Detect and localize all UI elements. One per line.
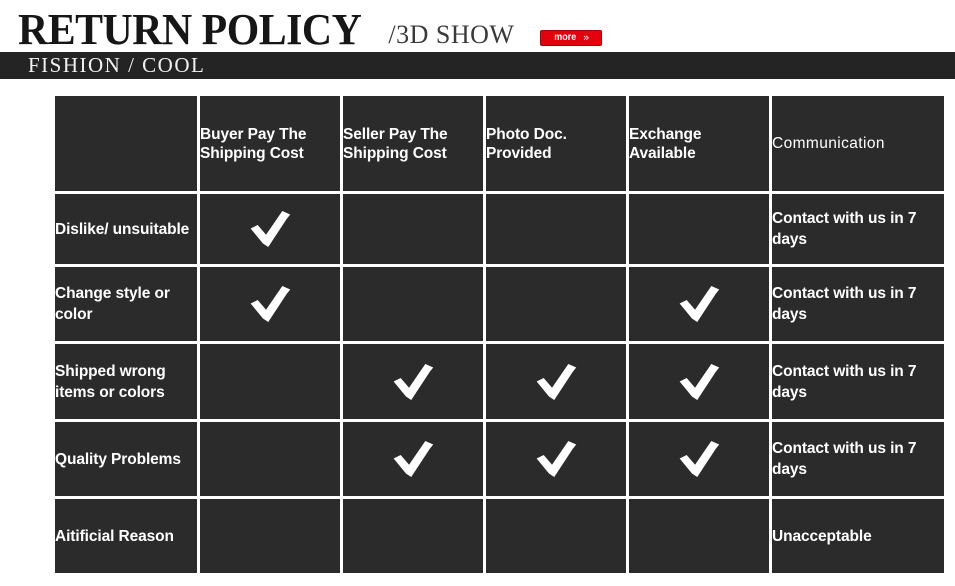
table-corner-cell	[55, 96, 197, 191]
check-icon	[391, 439, 435, 479]
empty-cell	[200, 344, 340, 419]
empty-cell	[486, 194, 626, 264]
check-icon	[534, 439, 578, 479]
cell-shipped-photo-doc	[486, 344, 626, 419]
row-label-shipped-wrong-items-or-colors: Shipped wrong items or colors	[55, 344, 197, 419]
cell-dislike-exchange	[629, 194, 769, 264]
table-row: Quality Problems Contact with us in 7 da…	[55, 422, 944, 496]
cell-quality-photo-doc	[486, 422, 626, 496]
empty-cell	[629, 194, 769, 264]
return-policy-table-wrap: Buyer Pay The Shipping Cost Seller Pay T…	[55, 96, 944, 573]
cell-change-exchange	[629, 267, 769, 341]
empty-cell	[200, 422, 340, 496]
cell-dislike-buyer-pay	[200, 194, 340, 264]
category-band-label: FISHION / COOL	[28, 53, 206, 77]
more-button[interactable]: more »	[540, 30, 603, 46]
cell-shipped-exchange	[629, 344, 769, 419]
check-icon	[677, 284, 721, 324]
column-header-communication: Communication	[772, 96, 944, 191]
cell-change-photo-doc	[486, 267, 626, 341]
empty-cell	[486, 499, 626, 573]
cell-quality-buyer-pay	[200, 422, 340, 496]
cell-dislike-communication: Contact with us in 7 days	[772, 194, 944, 264]
return-policy-table: Buyer Pay The Shipping Cost Seller Pay T…	[52, 93, 947, 576]
row-label-change-style-or-color: Change style or color	[55, 267, 197, 341]
cell-quality-seller-pay	[343, 422, 483, 496]
cell-aitificial-photo-doc	[486, 499, 626, 573]
cell-aitificial-communication: Unacceptable	[772, 499, 944, 573]
table-row: Change style or color Contact with us in…	[55, 267, 944, 341]
check-icon	[677, 439, 721, 479]
cell-aitificial-exchange	[629, 499, 769, 573]
empty-cell	[200, 499, 340, 573]
cell-aitificial-buyer-pay	[200, 499, 340, 573]
check-icon	[677, 362, 721, 402]
column-header-exchange: Exchange Available	[629, 96, 769, 191]
cell-quality-communication: Contact with us in 7 days	[772, 422, 944, 496]
check-icon	[248, 284, 292, 324]
page-subtitle: /3D SHOW	[388, 20, 515, 49]
cell-shipped-buyer-pay	[200, 344, 340, 419]
check-icon	[248, 209, 292, 249]
cell-change-communication: Contact with us in 7 days	[772, 267, 944, 341]
cell-change-seller-pay	[343, 267, 483, 341]
title-row: RETURN POLICY /3D SHOW more »	[0, 0, 955, 52]
empty-cell	[486, 267, 626, 341]
column-header-photo-doc: Photo Doc. Provided	[486, 96, 626, 191]
more-button-label: more	[554, 32, 577, 43]
cell-dislike-seller-pay	[343, 194, 483, 264]
row-label-quality-problems: Quality Problems	[55, 422, 197, 496]
table-header-row: Buyer Pay The Shipping Cost Seller Pay T…	[55, 96, 944, 191]
check-icon	[534, 362, 578, 402]
empty-cell	[343, 499, 483, 573]
cell-dislike-photo-doc	[486, 194, 626, 264]
empty-cell	[629, 499, 769, 573]
column-header-seller-pay: Seller Pay The Shipping Cost	[343, 96, 483, 191]
table-row: Aitificial Reason Unacceptable	[55, 499, 944, 573]
cell-change-buyer-pay	[200, 267, 340, 341]
cell-quality-exchange	[629, 422, 769, 496]
category-band: FISHION / COOL	[0, 52, 955, 79]
table-row: Shipped wrong items or colors Contact wi…	[55, 344, 944, 419]
empty-cell	[343, 267, 483, 341]
page-title: RETURN POLICY	[18, 5, 362, 54]
cell-shipped-seller-pay	[343, 344, 483, 419]
double-chevron-right-icon: »	[582, 31, 590, 44]
row-label-dislike-unsuitable: Dislike/ unsuitable	[55, 194, 197, 264]
empty-cell	[343, 194, 483, 264]
cell-aitificial-seller-pay	[343, 499, 483, 573]
table-row: Dislike/ unsuitable Contact with us in 7…	[55, 194, 944, 264]
check-icon	[391, 362, 435, 402]
cell-shipped-communication: Contact with us in 7 days	[772, 344, 944, 419]
page-banner: RETURN POLICY /3D SHOW more » FISHION / …	[0, 0, 955, 80]
row-label-aitificial-reason: Aitificial Reason	[55, 499, 197, 573]
column-header-buyer-pay: Buyer Pay The Shipping Cost	[200, 96, 340, 191]
